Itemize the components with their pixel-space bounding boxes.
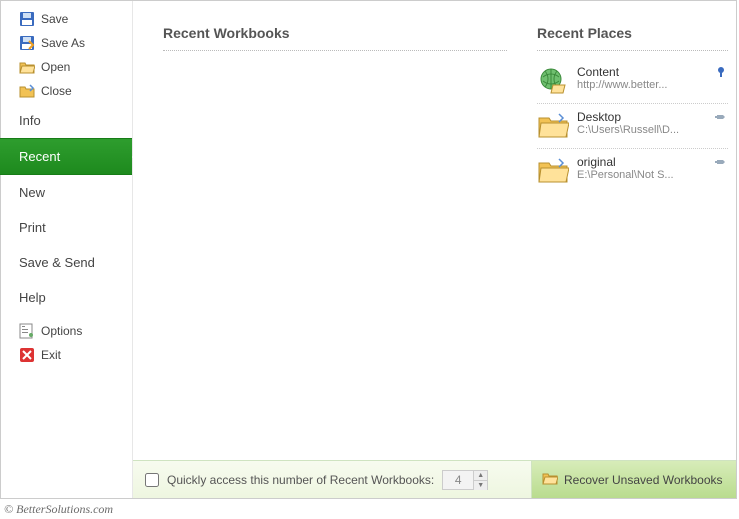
main-area: Recent Workbooks Recent Places Content h…	[133, 1, 736, 498]
sidebar-item-save-as[interactable]: Save As	[1, 31, 132, 55]
recover-icon	[542, 470, 558, 489]
saveas-icon	[19, 35, 35, 51]
spinner-down[interactable]: ▼	[474, 481, 487, 490]
sidebar-item-close[interactable]: Close	[1, 79, 132, 103]
pin-icon[interactable]	[714, 155, 728, 169]
place-item[interactable]: Desktop C:\Users\Russell\D...	[537, 104, 728, 149]
sidebar-item-save-send[interactable]: Save & Send	[1, 245, 132, 280]
spinner-up[interactable]: ▲	[474, 471, 487, 481]
sidebar-item-save[interactable]: Save	[1, 7, 132, 31]
sidebar-quick-actions: Save Save As Open Close	[1, 7, 132, 103]
sidebar-item-exit[interactable]: Exit	[1, 343, 132, 367]
recent-workbooks-title: Recent Workbooks	[163, 25, 507, 41]
place-name: original	[577, 155, 706, 169]
sidebar-item-recent[interactable]: Recent	[1, 138, 132, 175]
sidebar-categories: Info Recent New Print Save & Send Help	[1, 103, 132, 315]
sidebar-item-label: Exit	[41, 348, 61, 362]
recent-places-panel: Recent Places Content http://www.better.…	[531, 1, 736, 460]
place-path: E:\Personal\Not S...	[577, 169, 697, 181]
exit-icon	[19, 347, 35, 363]
divider	[537, 47, 728, 51]
place-path: C:\Users\Russell\D...	[577, 124, 697, 136]
spinner-buttons[interactable]: ▲▼	[473, 471, 487, 489]
place-item[interactable]: original E:\Personal\Not S...	[537, 149, 728, 193]
recent-workbooks-panel: Recent Workbooks	[133, 1, 531, 460]
quick-access-label: Quickly access this number of Recent Wor…	[167, 473, 434, 487]
options-icon	[19, 323, 35, 339]
folder-icon	[537, 155, 569, 187]
recover-unsaved-button[interactable]: Recover Unsaved Workbooks	[531, 461, 736, 498]
quick-access-value[interactable]	[443, 471, 473, 489]
sidebar-item-help[interactable]: Help	[1, 280, 132, 315]
quick-access-checkbox[interactable]	[145, 473, 159, 487]
place-name: Desktop	[577, 110, 706, 124]
recent-content: Recent Workbooks Recent Places Content h…	[133, 1, 736, 460]
place-path: http://www.better...	[577, 79, 697, 91]
sidebar-item-label: Open	[41, 60, 70, 74]
footer-bar: Quickly access this number of Recent Wor…	[133, 460, 736, 498]
globe-folder-icon	[537, 65, 569, 97]
quick-access-spinner[interactable]: ▲▼	[442, 470, 488, 490]
sidebar-item-label: Options	[41, 324, 82, 338]
sidebar-item-options[interactable]: Options	[1, 319, 132, 343]
close-icon	[19, 83, 35, 99]
backstage-view: Save Save As Open Close	[0, 0, 737, 499]
sidebar-item-label: Save As	[41, 36, 85, 50]
divider	[163, 47, 507, 51]
watermark: © BetterSolutions.com	[4, 502, 113, 517]
recent-places-title: Recent Places	[537, 25, 728, 41]
save-icon	[19, 11, 35, 27]
sidebar-item-label: Close	[41, 84, 72, 98]
quick-access-section: Quickly access this number of Recent Wor…	[133, 461, 531, 498]
recover-label: Recover Unsaved Workbooks	[564, 473, 723, 487]
place-name: Content	[577, 65, 706, 79]
sidebar-item-label: Save	[41, 12, 68, 26]
sidebar-item-print[interactable]: Print	[1, 210, 132, 245]
pin-icon[interactable]	[714, 65, 728, 79]
sidebar-item-info[interactable]: Info	[1, 103, 132, 138]
folder-icon	[537, 110, 569, 142]
open-icon	[19, 59, 35, 75]
place-item[interactable]: Content http://www.better...	[537, 59, 728, 104]
sidebar-footer-actions: Options Exit	[1, 319, 132, 367]
sidebar-item-open[interactable]: Open	[1, 55, 132, 79]
sidebar-item-new[interactable]: New	[1, 175, 132, 210]
sidebar: Save Save As Open Close	[1, 1, 133, 498]
pin-icon[interactable]	[714, 110, 728, 124]
